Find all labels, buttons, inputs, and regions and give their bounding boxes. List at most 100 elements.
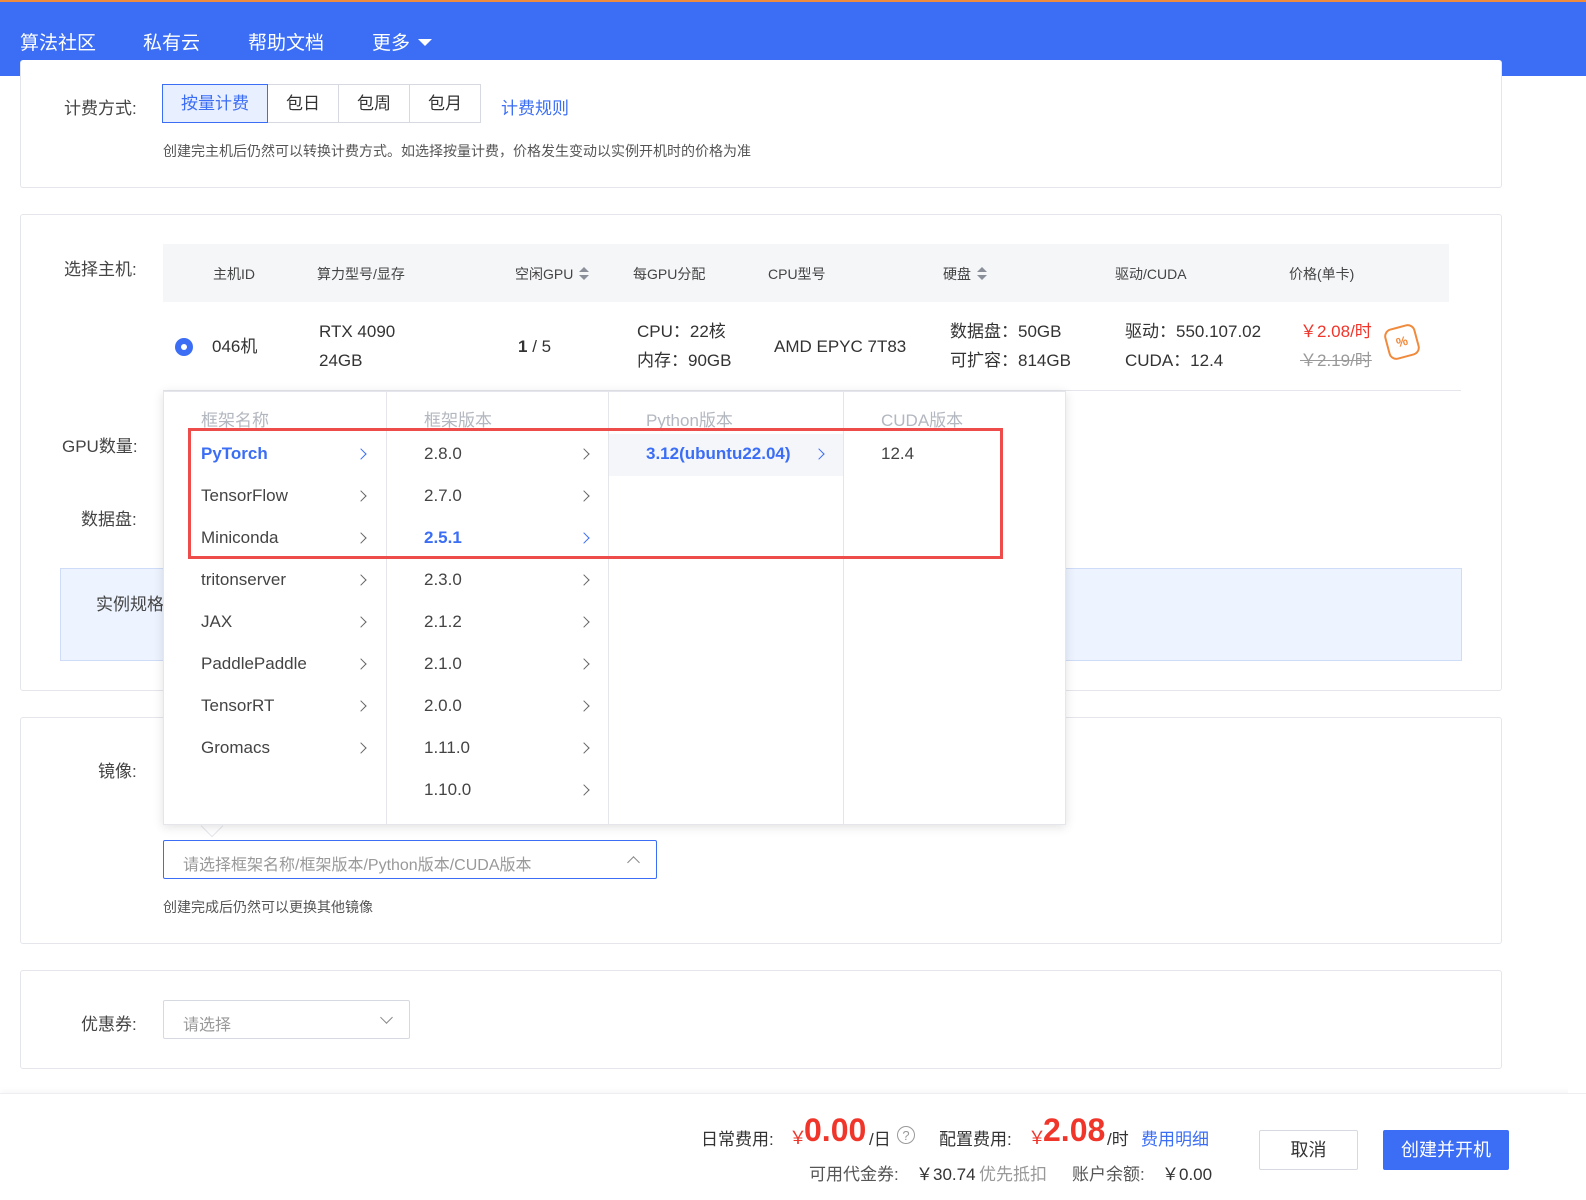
fee-detail-link[interactable]: 费用明细 — [1141, 1125, 1209, 1150]
cascader-col-framework: 框架名称 PyTorch TensorFlow Miniconda triton… — [164, 392, 387, 824]
option-label: JAX — [201, 612, 233, 631]
chevron-right-icon — [578, 490, 590, 502]
cascader-option-version[interactable]: 1.11.0 — [387, 728, 608, 770]
cascader-option-tensorrt[interactable]: TensorRT — [164, 686, 386, 728]
cascader-option-tritonserver[interactable]: tritonserver — [164, 560, 386, 602]
sort-icon — [977, 267, 987, 281]
nav-item-private-cloud[interactable]: 私有云 — [143, 28, 200, 55]
option-label: tritonserver — [201, 570, 287, 589]
nav-item-algorithm-community[interactable]: 算法社区 — [20, 28, 96, 55]
cascader-option-jax[interactable]: JAX — [164, 602, 386, 644]
cascader-option-paddlepaddle[interactable]: PaddlePaddle — [164, 644, 386, 686]
nav-more-label: 更多 — [372, 33, 411, 54]
chevron-right-icon — [578, 742, 590, 754]
cascader-head-framework: 框架名称 — [201, 411, 269, 430]
option-label: 2.0.0 — [424, 696, 462, 715]
cascader-option-python[interactable]: 3.12(ubuntu22.04) — [609, 434, 843, 476]
cascader-option-version[interactable]: 2.5.1 — [387, 518, 608, 560]
nav-item-more[interactable]: 更多 — [372, 28, 433, 55]
coupon-select[interactable]: 请选择 — [163, 1000, 410, 1039]
total-gpu-count: / 5 — [527, 337, 552, 356]
chevron-right-icon — [578, 448, 590, 460]
chevron-right-icon — [355, 700, 367, 712]
host-gpu-model: RTX 4090 — [319, 322, 396, 341]
option-label: 12.4 — [881, 444, 915, 463]
cascader-option-version[interactable]: 2.1.2 — [387, 602, 608, 644]
cascader-option-version[interactable]: 2.0.0 — [387, 686, 608, 728]
option-label: PaddlePaddle — [201, 654, 307, 673]
cascader-option-gromacs[interactable]: Gromacs — [164, 728, 386, 770]
cascader-option-version[interactable]: 1.10.0 — [387, 770, 608, 812]
cascader-option-tensorflow[interactable]: TensorFlow — [164, 476, 386, 518]
host-disk-expand: 可扩容：814GB — [950, 351, 1071, 370]
balance-label: 账户余额: — [1072, 1165, 1145, 1184]
chevron-right-icon — [355, 658, 367, 670]
col-cpu-model: CPU型号 — [768, 266, 826, 282]
billing-tab-monthly[interactable]: 包月 — [409, 84, 481, 123]
chevron-right-icon — [355, 490, 367, 502]
chevron-right-icon — [355, 574, 367, 586]
create-and-start-button[interactable]: 创建并开机 — [1383, 1130, 1509, 1170]
config-fee-label: 配置费用: — [939, 1130, 1012, 1149]
option-label: 2.1.2 — [424, 612, 462, 631]
host-id-link[interactable]: 046机 — [212, 332, 257, 361]
billing-rules-link[interactable]: 计费规则 — [501, 94, 569, 119]
option-label: 2.3.0 — [424, 570, 462, 589]
billing-tab-pay-as-you-go[interactable]: 按量计费 — [162, 84, 268, 123]
balance-value: ￥0.00 — [1162, 1165, 1213, 1184]
host-label: 选择主机: — [64, 260, 137, 279]
billing-tab-weekly[interactable]: 包周 — [338, 84, 410, 123]
gpu-count-label: GPU数量: — [62, 437, 138, 456]
host-mem-alloc: 内存：90GB — [637, 351, 732, 370]
col-driver-cuda: 驱动/CUDA — [1115, 266, 1187, 282]
coupon-label: 优惠券: — [81, 1015, 137, 1034]
host-disk-data: 数据盘：50GB — [950, 322, 1062, 341]
option-label: 2.8.0 — [424, 444, 462, 463]
image-label: 镜像: — [98, 762, 137, 781]
voucher-label: 可用代金券: — [809, 1165, 899, 1184]
host-driver: 驱动：550.107.02 — [1125, 322, 1262, 341]
cascader-option-version[interactable]: 2.3.0 — [387, 560, 608, 602]
coupon-select-placeholder: 请选择 — [183, 1017, 232, 1034]
help-icon[interactable]: ? — [897, 1126, 915, 1144]
host-cuda: CUDA：12.4 — [1125, 351, 1224, 370]
chevron-right-icon — [355, 448, 367, 460]
option-label: TensorRT — [201, 696, 275, 715]
billing-tab-daily[interactable]: 包日 — [267, 84, 339, 123]
instance-spec-label: 实例规格 — [96, 595, 164, 614]
cascader-option-miniconda[interactable]: Miniconda — [164, 518, 386, 560]
cancel-button[interactable]: 取消 — [1259, 1130, 1358, 1170]
image-hint: 创建完成后仍然可以更换其他镜像 — [163, 899, 373, 915]
page-scrollbar[interactable] — [1568, 76, 1586, 1093]
chevron-right-icon — [578, 700, 590, 712]
cascader-option-version[interactable]: 2.8.0 — [387, 434, 608, 476]
nav-item-help-docs[interactable]: 帮助文档 — [248, 28, 324, 55]
cascader-head-python: Python版本 — [646, 411, 733, 430]
cascader-option-version[interactable]: 2.1.0 — [387, 644, 608, 686]
billing-panel — [20, 60, 1502, 188]
image-select[interactable]: 请选择框架名称/框架版本/Python版本/CUDA版本 — [163, 840, 657, 879]
image-cascader-popup: 框架名称 PyTorch TensorFlow Miniconda triton… — [163, 391, 1066, 825]
cascader-option-pytorch[interactable]: PyTorch — [164, 434, 386, 476]
col-disk[interactable]: 硬盘 — [943, 264, 987, 284]
host-price-old: ￥2.19/时 — [1300, 351, 1372, 370]
option-label: 2.5.1 — [424, 528, 462, 547]
col-host-id: 主机ID — [213, 266, 255, 282]
cascader-option-version[interactable]: 2.7.0 — [387, 476, 608, 518]
host-cpu-model: AMD EPYC 7T83 — [774, 337, 907, 356]
chevron-right-icon — [355, 616, 367, 628]
chevron-right-icon — [355, 532, 367, 544]
chevron-right-icon — [578, 658, 590, 670]
daily-fee-label: 日常费用: — [701, 1130, 774, 1149]
col-free-gpu-label: 空闲GPU — [515, 266, 574, 282]
config-fee-unit: /时 — [1107, 1130, 1129, 1149]
caret-down-icon — [418, 39, 433, 46]
cascader-col-cuda: CUDA版本 12.4 — [844, 392, 1066, 824]
cascader-option-cuda[interactable]: 12.4 — [844, 434, 1066, 476]
option-label: PyTorch — [201, 444, 268, 463]
option-label: 3.12(ubuntu22.04) — [646, 444, 791, 463]
option-label: Gromacs — [201, 738, 270, 757]
chevron-right-icon — [578, 616, 590, 628]
host-radio-selected[interactable] — [175, 338, 193, 356]
col-free-gpu[interactable]: 空闲GPU — [515, 264, 590, 284]
